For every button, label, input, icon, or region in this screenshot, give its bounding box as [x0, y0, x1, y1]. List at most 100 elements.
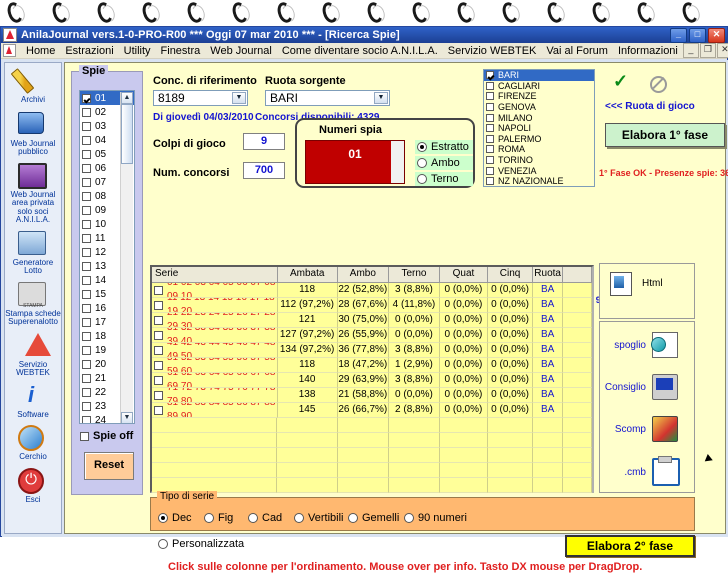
spie-checklist[interactable]: 01 02 03 04 05 06 07 08 09 10 11 12 13 14 15 16 17 18 19 20… — [79, 90, 135, 424]
rail-item-web-journal-privata[interactable]: Web Journal area privata solo soci A.N.I… — [5, 160, 61, 225]
menu-item-informazioni[interactable]: Informazioni — [613, 44, 683, 58]
checkbox-box[interactable] — [82, 317, 91, 327]
grid-col-ruota[interactable]: Ruota — [533, 267, 564, 282]
radio-gemelli[interactable]: Gemelli — [346, 511, 408, 525]
scroll-up-icon[interactable]: ▲ — [121, 92, 133, 104]
checkbox-box[interactable] — [82, 289, 91, 299]
checkbox-box[interactable] — [486, 124, 494, 133]
checkbox-box[interactable] — [82, 93, 91, 103]
grid-col-ambo[interactable]: Ambo — [338, 267, 389, 282]
checkbox-box[interactable] — [82, 205, 91, 215]
rail-item-servizio-webtek[interactable]: Servizio WEBTEK — [5, 330, 61, 378]
conc-riferimento-combo[interactable]: 8189 ▼ — [153, 90, 248, 106]
checkbox-box[interactable] — [82, 219, 91, 229]
checkbox-box[interactable] — [82, 359, 91, 369]
ruota-list-item[interactable]: NZ NAZIONALE — [484, 176, 594, 186]
tool-consiglio[interactable]: Consiglio — [602, 374, 678, 400]
checkbox-box[interactable] — [154, 345, 163, 355]
checkbox-box[interactable] — [82, 331, 91, 341]
checkbox-box[interactable] — [82, 149, 91, 159]
ruota-list-item[interactable]: PALERMO — [484, 134, 594, 145]
mdi-restore-button[interactable]: ❐ — [699, 43, 716, 58]
ruota-list-item[interactable]: MILANO — [484, 112, 594, 123]
rail-item-archivi[interactable]: Archivi — [5, 67, 61, 105]
ruota-list-item[interactable]: BARI — [484, 70, 594, 81]
checkbox-box[interactable] — [82, 387, 91, 397]
checkbox-box[interactable] — [82, 345, 91, 355]
scrollbar-thumb[interactable] — [121, 104, 133, 164]
radio-terno[interactable]: Terno — [415, 172, 473, 186]
spie-off-checkbox[interactable]: Spie off — [80, 430, 133, 442]
ruota-list-item[interactable]: VENEZIA — [484, 165, 594, 176]
menu-item-finestra[interactable]: Finestra — [156, 44, 206, 58]
elabora-seconda-fase-button[interactable]: Elabora 2° fase — [565, 535, 695, 557]
no-entry-icon[interactable] — [650, 76, 667, 93]
checkbox-box[interactable] — [154, 405, 163, 415]
maximize-button[interactable]: □ — [689, 27, 706, 43]
ruota-list-item[interactable]: GENOVA — [484, 102, 594, 113]
checkbox-box[interactable] — [82, 401, 91, 411]
checkbox-box[interactable] — [154, 390, 163, 400]
table-row[interactable]: 71 72 73 74 75 76 77 78 79 80138 (100,0%… — [152, 388, 592, 403]
ruota-list-item[interactable]: TORINO — [484, 155, 594, 166]
radio-ambo[interactable]: Ambo — [415, 156, 473, 170]
ruota-list-item[interactable]: CAGLIARI — [484, 81, 594, 92]
ruote-checklist[interactable]: BARI CAGLIARI FIRENZE GENOVA MILANO NAPOLI PAL… — [483, 69, 595, 187]
radio-estratto[interactable]: Estratto — [415, 140, 473, 154]
numeri-spia-scrollbar[interactable] — [391, 141, 404, 183]
checkbox-box[interactable] — [82, 261, 91, 271]
checkbox-box[interactable] — [82, 247, 91, 257]
table-row[interactable]: 81 82 83 84 85 86 87 88 89 90145 (100,0%… — [152, 403, 592, 418]
tool-spoglio[interactable]: spoglio — [602, 332, 678, 358]
table-row[interactable]: 21 22 23 24 25 26 27 28 29 30121 (100,0%… — [152, 313, 592, 328]
spie-scrollbar[interactable]: ▲ ▼ — [120, 92, 133, 423]
checkbox-box[interactable] — [486, 113, 494, 122]
checkbox-box[interactable] — [486, 81, 494, 90]
grid-col-cinq[interactable]: Cinq — [488, 267, 534, 282]
checkbox-box[interactable] — [154, 285, 163, 295]
grid-col-quat[interactable]: Quat — [440, 267, 488, 282]
checkbox-box[interactable] — [82, 135, 91, 145]
grid-col-terno[interactable]: Terno — [389, 267, 441, 282]
checkbox-box[interactable] — [154, 330, 163, 340]
table-row[interactable]: 11 12 13 14 15 16 17 18 19 20112 (97,2%)… — [152, 298, 592, 313]
checkbox-box[interactable] — [82, 163, 91, 173]
menu-item-utility[interactable]: Utility — [119, 44, 156, 58]
mdi-minimize-button[interactable]: _ — [682, 43, 699, 58]
checkbox-box[interactable] — [82, 177, 91, 187]
table-row[interactable]: 31 32 33 34 35 36 37 38 39 40127 (97,2%)… — [152, 328, 592, 343]
grid-col-serie[interactable]: Serie — [152, 267, 278, 282]
checkbox-box[interactable] — [154, 300, 163, 310]
chevron-down-icon[interactable]: ▼ — [374, 92, 388, 104]
checkbox-box[interactable] — [154, 360, 163, 370]
checkbox-box[interactable] — [82, 275, 91, 285]
elabora-prima-fase-button[interactable]: Elabora 1° fase — [605, 123, 725, 147]
checkbox-box[interactable] — [486, 145, 494, 154]
menu-item-estrazioni[interactable]: Estrazioni — [60, 44, 118, 58]
num-concorsi-input[interactable]: 700 — [243, 162, 285, 179]
checkbox-box[interactable] — [154, 375, 163, 385]
checkbox-box[interactable] — [82, 233, 91, 243]
numeri-spia-listbox[interactable]: 01 — [305, 140, 405, 184]
ruota-list-item[interactable]: FIRENZE — [484, 91, 594, 102]
checkbox-box[interactable] — [486, 166, 494, 175]
check-icon[interactable]: ✓ — [613, 71, 628, 92]
radio-cad[interactable]: Cad — [246, 511, 290, 525]
grid-col-ambata[interactable]: Ambata — [278, 267, 338, 282]
checkbox-box[interactable] — [82, 121, 91, 131]
checkbox-box[interactable] — [82, 303, 91, 313]
ruota-list-item[interactable]: NAPOLI — [484, 123, 594, 134]
risultati-grid[interactable]: Serie Ambata Ambo Terno Quat Cinq Ruota … — [150, 265, 594, 493]
rail-item-stampa-schede[interactable]: Stampa schede Superenalotto — [5, 279, 61, 327]
checkbox-box[interactable] — [486, 103, 494, 112]
checkbox-box[interactable] — [82, 415, 91, 423]
rail-item-cerchio[interactable]: Cerchio — [5, 422, 61, 462]
radio-personalizzata[interactable]: Personalizzata — [156, 537, 244, 551]
rail-item-software[interactable]: i Software — [5, 381, 61, 420]
rail-item-generatore-lotto[interactable]: Generatore Lotto — [5, 228, 61, 276]
rail-item-web-journal-pubblico[interactable]: Web Journal pubblico — [5, 108, 61, 157]
reset-button[interactable]: Reset — [84, 452, 134, 480]
table-row[interactable]: 51 52 53 54 55 56 57 58 59 60118 (100,0%… — [152, 358, 592, 373]
radio-90-numeri[interactable]: 90 numeri — [402, 511, 472, 525]
scroll-down-icon[interactable]: ▼ — [121, 412, 133, 423]
